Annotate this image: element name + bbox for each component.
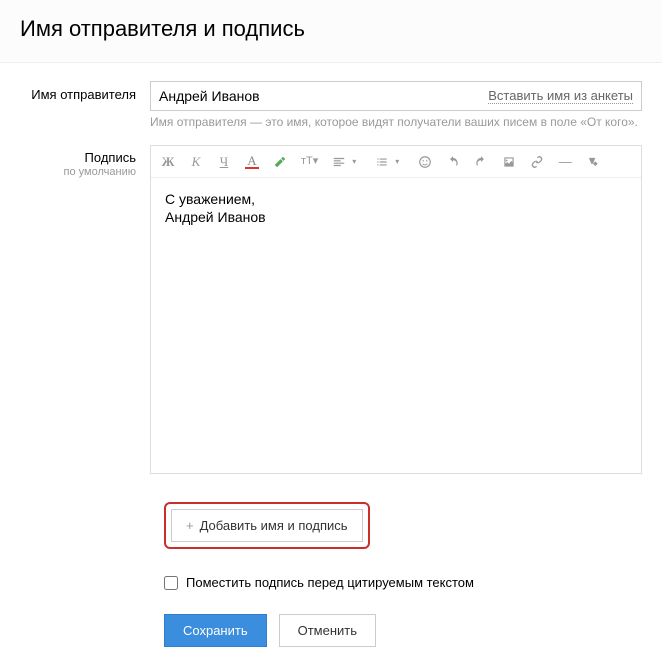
- actions-area: + Добавить имя и подпись Поместить подпи…: [164, 502, 642, 647]
- place-before-quote-row: Поместить подпись перед цитируемым текст…: [164, 575, 642, 590]
- signature-editor: Ж К Ч А тТ▾ ▾ ▾: [150, 145, 642, 474]
- font-size-icon[interactable]: тТ▾: [301, 156, 318, 167]
- divider-icon[interactable]: —: [558, 155, 572, 168]
- sender-row: Имя отправителя Вставить имя из анкеты И…: [20, 81, 642, 129]
- link-icon[interactable]: [530, 155, 544, 169]
- sender-name-input[interactable]: [159, 88, 488, 104]
- button-row: Сохранить Отменить: [164, 614, 642, 647]
- signature-label: Подпись: [20, 150, 136, 165]
- sender-input-wrap: Вставить имя из анкеты: [150, 81, 642, 111]
- underline-icon[interactable]: Ч: [217, 155, 231, 168]
- save-button[interactable]: Сохранить: [164, 614, 267, 647]
- content-area: Имя отправителя Вставить имя из анкеты И…: [0, 63, 662, 667]
- page-title: Имя отправителя и подпись: [20, 16, 642, 42]
- page-header: Имя отправителя и подпись: [0, 0, 662, 63]
- place-before-quote-label: Поместить подпись перед цитируемым текст…: [186, 575, 474, 590]
- align-icon[interactable]: ▾: [332, 155, 361, 169]
- add-signature-highlight: + Добавить имя и подпись: [164, 502, 370, 549]
- editor-toolbar: Ж К Ч А тТ▾ ▾ ▾: [151, 146, 641, 178]
- insert-from-profile-link[interactable]: Вставить имя из анкеты: [488, 88, 633, 104]
- add-signature-label: Добавить имя и подпись: [200, 518, 348, 533]
- signature-label-sub: по умолчанию: [20, 165, 136, 179]
- emoji-icon[interactable]: [418, 155, 432, 169]
- list-icon[interactable]: ▾: [375, 155, 404, 169]
- signature-content: С уважением,Андрей Иванов: [165, 191, 266, 225]
- signature-textarea[interactable]: С уважением,Андрей Иванов: [151, 178, 641, 473]
- italic-icon[interactable]: К: [189, 155, 203, 168]
- place-before-quote-checkbox[interactable]: [164, 576, 178, 590]
- add-signature-button[interactable]: + Добавить имя и подпись: [171, 509, 363, 542]
- clear-format-icon[interactable]: [586, 155, 600, 169]
- text-color-icon[interactable]: А: [245, 154, 259, 169]
- signature-row: Подпись по умолчанию Ж К Ч А тТ▾ ▾: [20, 145, 642, 474]
- image-icon[interactable]: [502, 155, 516, 169]
- cancel-button[interactable]: Отменить: [279, 614, 376, 647]
- sender-label: Имя отправителя: [31, 87, 136, 102]
- highlight-icon[interactable]: [273, 155, 287, 169]
- sender-hint: Имя отправителя — это имя, которое видят…: [150, 115, 642, 129]
- redo-icon[interactable]: [474, 155, 488, 169]
- undo-icon[interactable]: [446, 155, 460, 169]
- plus-icon: +: [186, 518, 194, 533]
- bold-icon[interactable]: Ж: [161, 155, 175, 168]
